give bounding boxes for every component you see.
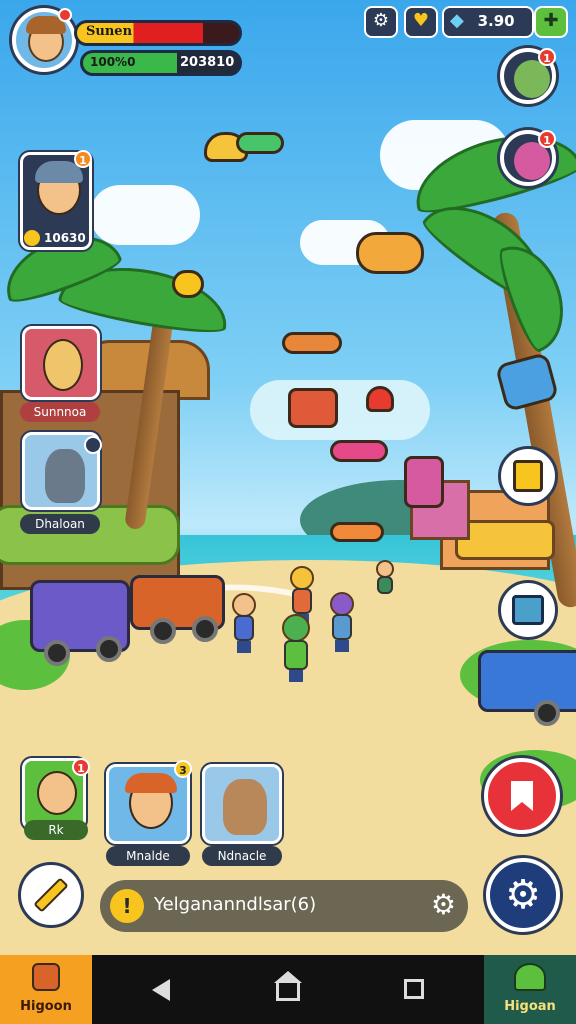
villager[interactable] (330, 592, 354, 652)
player-legs (289, 670, 303, 682)
gear-icon: ⚙ (505, 872, 541, 918)
crest-icon[interactable]: ♥ (404, 6, 438, 38)
villager[interactable] (376, 560, 394, 594)
blue-car[interactable] (478, 650, 576, 712)
villager-body (292, 588, 312, 614)
mushroom-item[interactable] (366, 386, 394, 412)
friend-badge-star (84, 436, 102, 454)
friend-card[interactable] (202, 764, 282, 844)
car-wheel (96, 636, 122, 662)
friend-card-label: Rk (24, 820, 88, 840)
villager-legs (237, 641, 251, 653)
friend-pet (45, 449, 85, 503)
currency-box[interactable]: ◆ 3.90 (442, 6, 534, 38)
gear-icon[interactable]: ⚙ (364, 6, 398, 38)
friend-hat (125, 773, 177, 793)
friend-badge: 1 (72, 758, 90, 776)
car-wheel (44, 640, 70, 666)
system-nav-bar: Higoon Higoan (0, 955, 576, 1024)
status-gear-icon[interactable]: ⚙ (431, 888, 456, 922)
fist-icon (32, 963, 60, 991)
cloud (250, 380, 430, 440)
friend-card-label: Mnalde (106, 846, 190, 866)
settings-button[interactable]: ⚙ (486, 858, 560, 932)
friend-badge: 1 (538, 130, 556, 148)
coins-text: 203810 (180, 55, 235, 70)
currency-text: 3.90 (477, 12, 515, 30)
villager-legs (335, 640, 349, 652)
bell-item[interactable] (172, 270, 204, 298)
car-wheel (192, 616, 218, 642)
status-bar[interactable]: ! Yelgananndlsar(6) ⚙ (100, 880, 468, 932)
inventory-button[interactable] (498, 580, 558, 640)
friend-pet (223, 779, 267, 835)
player-head (282, 614, 310, 642)
friend-card[interactable] (22, 326, 100, 400)
back-button[interactable] (152, 979, 170, 1001)
avatar-badge (58, 8, 72, 22)
player-body (284, 640, 308, 670)
friend-card-label: Sunnnoa (20, 402, 100, 422)
car-wheel (150, 618, 176, 644)
villager-body (234, 615, 254, 641)
friend-coins: 10630 (44, 231, 86, 245)
gem-icon: ◆ (450, 10, 464, 31)
car-wheel (534, 700, 560, 726)
sub-item[interactable] (356, 232, 424, 274)
add-currency-button[interactable]: ✚ (534, 6, 568, 38)
friend-card-label: Ndnacle (202, 846, 282, 866)
player-character[interactable] (282, 614, 310, 682)
rocket-item[interactable] (282, 332, 342, 354)
beach-house-roof (455, 520, 555, 560)
recents-button[interactable] (404, 979, 424, 999)
friend-face (37, 771, 77, 815)
cloud (90, 185, 200, 245)
palm-icon (514, 963, 546, 991)
edit-button[interactable] (18, 862, 84, 928)
tab-right-label: Higoan (504, 999, 556, 1014)
status-text: Yelgananndlsar(6) (154, 894, 317, 915)
friend-face (43, 339, 83, 391)
friend-badge: 1 (538, 48, 556, 66)
lantern-item[interactable] (404, 456, 444, 508)
villager[interactable] (232, 593, 256, 653)
radio-item[interactable] (288, 388, 338, 428)
scroll-icon (513, 460, 543, 492)
villager-head (232, 593, 256, 617)
friend-badge: 3 (174, 760, 192, 778)
xp-text: 100%0 (90, 55, 136, 69)
tab-left-label: Higoon (20, 999, 72, 1014)
villager-body (377, 576, 393, 594)
friend-card-label: Dhaloan (20, 514, 100, 534)
tab-right[interactable]: Higoan (484, 955, 576, 1024)
bookmark-button[interactable] (484, 758, 560, 834)
coin-icon (24, 230, 40, 246)
villager-body (332, 614, 352, 640)
tab-left[interactable]: Higoon (0, 955, 92, 1024)
rocket-item[interactable] (236, 132, 284, 154)
rocket-item[interactable] (330, 440, 388, 462)
home-roof (274, 971, 302, 983)
bookmark-icon (511, 781, 533, 811)
home-button[interactable] (276, 981, 300, 1001)
pencil-icon (33, 877, 69, 913)
villager-head (330, 592, 354, 616)
alert-icon: ! (110, 889, 144, 923)
box-icon (512, 595, 544, 625)
friend-badge: 1 (74, 150, 92, 168)
rocket-item[interactable] (330, 522, 384, 542)
villager-head (290, 566, 314, 590)
player-name: Sunen (86, 24, 133, 39)
quest-scroll-button[interactable] (498, 446, 558, 506)
